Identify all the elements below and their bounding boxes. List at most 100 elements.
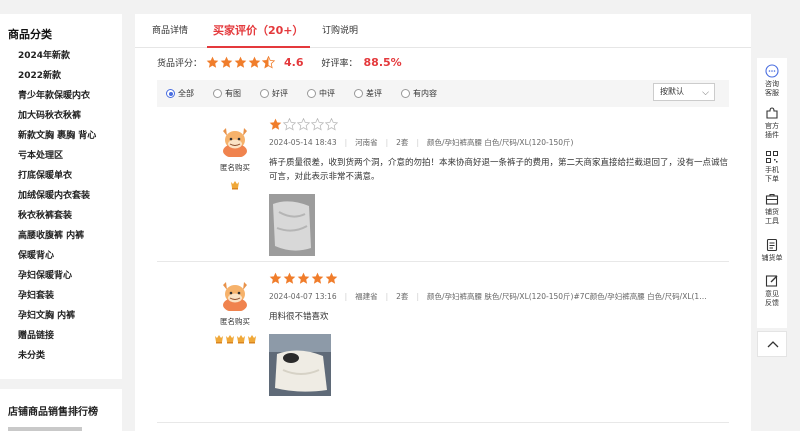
filter-option-label: 差评 [366,89,382,98]
filter-option-label: 全部 [178,89,194,98]
right-toolbar: 咨询 客服官方 插件手机 下单铺货 工具铺货单意见 反馈 [757,58,787,328]
review-spec: 颜色/孕妇裤高腰 肤色/尺码/XL(120-150斤)#7C颜色/孕妇裤高腰 白… [426,292,709,301]
briefcase-icon [757,192,787,206]
category-item[interactable]: 2022新款 [18,66,122,86]
back-to-top-button[interactable] [757,331,787,357]
category-item[interactable]: 亏本处理区 [18,146,122,166]
toolbar-button[interactable]: 铺货单 [757,238,787,263]
score-star-icon [206,56,219,69]
filter-option-label: 有内容 [413,89,437,98]
toolbar-button[interactable]: 铺货 工具 [757,192,787,226]
review-photo[interactable] [269,334,331,396]
rating-star-icon [283,272,296,285]
radio-icon[interactable] [354,89,363,98]
rating-star-icon [325,272,338,285]
tab-bar: 商品详情 买家评价（20+） 订购说明 [135,14,751,48]
review-photo[interactable] [269,194,315,256]
qrcode-icon [757,150,787,164]
tab-buyer-reviews[interactable]: 买家评价（20+） [207,14,310,48]
filter-option[interactable]: 好评 [260,88,288,99]
crown-icon [247,329,257,344]
filter-option[interactable]: 差评 [354,88,382,99]
review-qty: 2套 [396,138,409,147]
crown-icon [230,175,240,190]
sort-select[interactable]: 按默认 ⌵ [653,83,715,101]
score-stars [206,55,276,69]
sales-rank-title: 店铺商品销售排行榜 [8,407,98,418]
puzzle-icon [757,106,787,120]
edit-icon [757,274,787,288]
radio-icon[interactable] [213,89,222,98]
chevron-down-icon: ⌵ [702,88,709,98]
toolbar-label: 意见 反馈 [765,290,779,307]
reviewer-info: 匿名购买 [215,123,255,190]
category-item[interactable]: 赠品链接 [18,326,122,346]
category-item[interactable]: 加绒保暖内衣套装 [18,186,122,206]
avatar [218,277,252,312]
review-meta: 2024-05-14 18:43 | 河南省 | 2套 | 颜色/孕妇裤高腰 白色/尺码/X… [269,138,574,147]
filter-option[interactable]: 全部 [166,88,194,99]
toolbar-label: 铺货 工具 [765,208,779,225]
reviewer-name: 匿名购买 [220,163,250,172]
rating-star-icon [283,118,296,131]
rating-star-icon [325,118,338,131]
category-item[interactable]: 未分类 [18,346,122,366]
tab-product-details[interactable]: 商品详情 [152,14,188,48]
sort-select-value: 按默认 [660,87,684,96]
score-star-icon [234,56,247,69]
main-panel: 商品详情 买家评价（20+） 订购说明 货品评分： 4.6 好评率： 88.5%… [135,14,751,431]
review-date: 2024-04-07 13:16 [269,292,337,301]
toolbar-label: 官方 插件 [765,122,779,139]
category-item[interactable]: 孕妇套装 [18,286,122,306]
score-star-icon [262,55,276,69]
filter-option-label: 好评 [272,89,288,98]
review-meta: 2024-04-07 13:16 | 福建省 | 2套 | 颜色/孕妇裤高腰 肤色/尺码/X… [269,291,709,302]
rate-label: 好评率： [321,58,358,69]
toolbar-label: 铺货单 [761,254,783,262]
rating-star-icon [311,118,324,131]
rank-thumbnail[interactable] [8,427,82,431]
toolbar-button[interactable]: 官方 插件 [757,106,787,140]
review-date: 2024-05-14 18:43 [269,138,337,147]
review-text: 用料很不错喜欢 [269,312,329,322]
tab-order-info[interactable]: 订购说明 [322,14,358,48]
radio-icon[interactable] [166,89,175,98]
reviewer-level-badges [215,175,255,190]
rate-value: 88.5% [363,55,402,69]
category-item[interactable]: 保暖背心 [18,246,122,266]
category-item[interactable]: 孕妇保暖背心 [18,266,122,286]
category-item[interactable]: 加大码秋衣秋裤 [18,106,122,126]
toolbar-button[interactable]: 手机 下单 [757,150,787,184]
toolbar-button[interactable]: 咨询 客服 [757,64,787,98]
category-item[interactable]: 高腰收腹裤 内裤 [18,226,122,246]
filter-option[interactable]: 中评 [307,88,335,99]
review-text: 裤子质量很差，收到货两个洞，介意的勿拍！本来协商好退一条裤子的费用，第二天商家直… [269,158,729,182]
radio-icon[interactable] [260,89,269,98]
score-value: 4.6 [284,55,304,69]
category-item[interactable]: 孕妇文胸 内裤 [18,306,122,326]
filter-option[interactable]: 有图 [213,88,241,99]
category-item[interactable]: 打底保暖单衣 [18,166,122,186]
score-summary: 货品评分： 4.6 好评率： 88.5% [157,55,402,69]
radio-icon[interactable] [307,89,316,98]
rating-star-icon [269,118,282,131]
filter-option[interactable]: 有内容 [401,88,437,99]
category-item[interactable]: 新款文胸 裹胸 背心 [18,126,122,146]
chevron-up-icon [767,341,779,348]
category-list: 2024年新款 2022新款 青少年款保暖内衣 加大码秋衣秋裤 新款文胸 裹胸 背心 亏本… [0,46,122,366]
filter-radio-group: 全部 有图 好评 中评 差评 有内容 [157,88,447,99]
crown-icon [225,329,235,344]
category-title: 商品分类 [8,28,52,41]
review-qty: 2套 [396,292,409,301]
review-body: 2024-05-14 18:43 | 河南省 | 2套 | 颜色/孕妇裤高腰 白色/尺码/X… [269,118,729,256]
category-item[interactable]: 2024年新款 [18,46,122,66]
radio-icon[interactable] [401,89,410,98]
toolbar-label: 咨询 客服 [765,80,779,97]
score-star-icon [248,56,261,69]
score-label: 货品评分： [157,58,203,69]
toolbar-button[interactable]: 意见 反馈 [757,274,787,308]
reviewer-name: 匿名购买 [220,317,250,326]
category-item[interactable]: 秋衣秋裤套装 [18,206,122,226]
crown-icon [214,329,224,344]
category-item[interactable]: 青少年款保暖内衣 [18,86,122,106]
